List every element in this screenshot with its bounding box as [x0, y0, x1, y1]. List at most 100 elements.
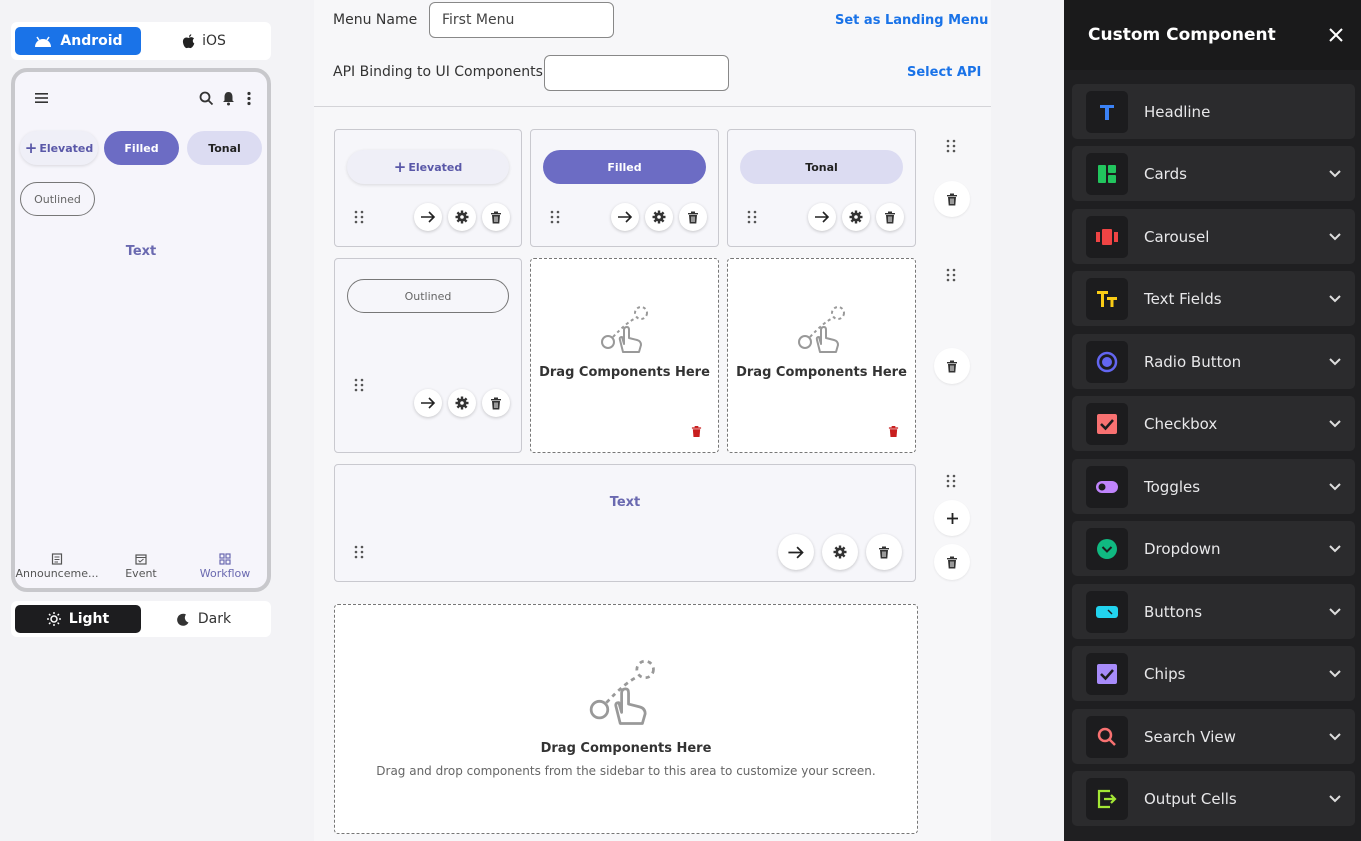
navigate-button[interactable] [778, 534, 814, 570]
cell-outlined[interactable]: Outlined [334, 258, 522, 453]
component-checkbox[interactable]: Checkbox [1072, 396, 1355, 451]
delete-row-button[interactable] [934, 544, 970, 580]
buttons-icon-box [1086, 590, 1128, 633]
component-dropdown[interactable]: Dropdown [1072, 521, 1355, 576]
navigate-button[interactable] [414, 389, 442, 417]
settings-button[interactable] [645, 203, 673, 231]
cell-text[interactable]: Text [334, 464, 916, 582]
outlined-button[interactable]: Outlined [347, 279, 509, 313]
filled-button[interactable]: Filled [543, 150, 706, 184]
chevron-down-icon[interactable] [1329, 294, 1341, 303]
phone-preview: + Elevated Filled Tonal Outlined Text Ann… [11, 68, 271, 592]
component-toggles[interactable]: Toggles [1072, 459, 1355, 514]
delete-button[interactable] [482, 389, 510, 417]
elevated-label: Elevated [408, 160, 463, 174]
drop-zone[interactable]: Drag Components Here [727, 258, 916, 453]
nav-item-event[interactable]: Event [99, 553, 183, 580]
chevron-down-icon[interactable] [1329, 607, 1341, 616]
chevron-down-icon[interactable] [1329, 232, 1341, 241]
chevron-down-icon[interactable] [1329, 482, 1341, 491]
settings-button[interactable] [822, 534, 858, 570]
component-buttons[interactable]: Buttons [1072, 584, 1355, 639]
light-theme-tab[interactable]: Light [15, 605, 141, 633]
drag-handle-icon[interactable] [746, 210, 758, 224]
nav-item-announcements[interactable]: Announceme... [15, 553, 99, 580]
delete-row-button[interactable] [934, 348, 970, 384]
menu-name-input[interactable] [429, 2, 614, 38]
api-binding-input[interactable] [544, 55, 729, 91]
set-landing-menu-link[interactable]: Set as Landing Menu [835, 13, 988, 28]
trash-icon[interactable] [888, 425, 899, 438]
ios-tab[interactable]: iOS [141, 27, 267, 55]
dark-theme-tab[interactable]: Dark [141, 605, 267, 633]
search-icon[interactable] [199, 91, 214, 106]
component-headline[interactable]: Headline [1072, 84, 1355, 139]
bell-icon[interactable] [222, 91, 235, 106]
chevron-down-icon[interactable] [1329, 357, 1341, 366]
drag-handle-icon[interactable] [353, 210, 365, 224]
app-bar [15, 90, 267, 110]
delete-row-button[interactable] [934, 181, 970, 217]
elevated-button[interactable]: + Elevated [347, 150, 509, 184]
toggle-icon [1096, 480, 1118, 493]
delete-button[interactable] [866, 534, 902, 570]
row-drag-handle-icon[interactable] [945, 268, 957, 282]
cell-elevated[interactable]: + Elevated [334, 129, 522, 247]
row-drag-handle-icon[interactable] [945, 474, 957, 488]
drag-handle-icon[interactable] [353, 545, 365, 559]
chevron-down-icon[interactable] [1329, 732, 1341, 741]
trash-icon [688, 211, 698, 223]
arrow-right-icon [421, 397, 436, 409]
component-search-view[interactable]: Search View [1072, 709, 1355, 764]
toggle-icon-box [1086, 465, 1128, 508]
settings-button[interactable] [448, 389, 476, 417]
component-radio-button[interactable]: Radio Button [1072, 334, 1355, 389]
component-label: Headline [1144, 102, 1211, 121]
drag-handle-icon[interactable] [549, 210, 561, 224]
drag-handle-icon[interactable] [353, 378, 365, 392]
chevron-down-icon[interactable] [1329, 419, 1341, 428]
delete-button[interactable] [482, 203, 510, 231]
navigate-button[interactable] [808, 203, 836, 231]
nav-item-workflow[interactable]: Workflow [183, 553, 267, 580]
add-row-button[interactable] [934, 500, 970, 536]
preview-outlined-chip[interactable]: Outlined [20, 182, 95, 216]
navigate-button[interactable] [611, 203, 639, 231]
chevron-down-icon[interactable] [1329, 669, 1341, 678]
component-text-fields[interactable]: Text Fields [1072, 271, 1355, 326]
close-icon[interactable] [1329, 28, 1343, 42]
cell-filled[interactable]: Filled [530, 129, 719, 247]
checkbox-icon [1097, 413, 1117, 434]
settings-button[interactable] [448, 203, 476, 231]
drag-title: Drag Components Here [539, 365, 710, 380]
delete-button[interactable] [876, 203, 904, 231]
outlined-label: Outlined [34, 192, 81, 206]
text-component[interactable]: Text [335, 495, 915, 510]
chevron-down-icon[interactable] [1329, 794, 1341, 803]
more-vert-icon[interactable] [246, 91, 252, 106]
drop-zone[interactable]: Drag Components Here [530, 258, 719, 453]
chevron-down-icon[interactable] [1329, 169, 1341, 178]
select-api-link[interactable]: Select API [907, 65, 981, 80]
chevron-down-icon[interactable] [1329, 544, 1341, 553]
preview-tonal-chip[interactable]: Tonal [187, 131, 262, 165]
trash-icon[interactable] [691, 425, 702, 438]
android-tab[interactable]: Android [15, 27, 141, 55]
trash-icon [885, 211, 895, 223]
preview-elevated-chip[interactable]: + Elevated [20, 131, 98, 165]
menu-icon[interactable] [35, 92, 49, 104]
preview-filled-chip[interactable]: Filled [104, 131, 179, 165]
cell-tonal[interactable]: Tonal [727, 129, 916, 247]
component-output-cells[interactable]: Output Cells [1072, 771, 1355, 826]
tonal-button[interactable]: Tonal [740, 150, 903, 184]
component-cards[interactable]: Cards [1072, 146, 1355, 201]
row-drag-handle-icon[interactable] [945, 139, 957, 153]
delete-button[interactable] [679, 203, 707, 231]
navigate-button[interactable] [414, 203, 442, 231]
main-drop-zone[interactable]: Drag Components Here Drag and drop compo… [334, 604, 918, 834]
component-carousel[interactable]: Carousel [1072, 209, 1355, 264]
settings-button[interactable] [842, 203, 870, 231]
drag-hand-icon [798, 306, 845, 353]
component-chips[interactable]: Chips [1072, 646, 1355, 701]
arrow-right-icon [421, 211, 436, 223]
